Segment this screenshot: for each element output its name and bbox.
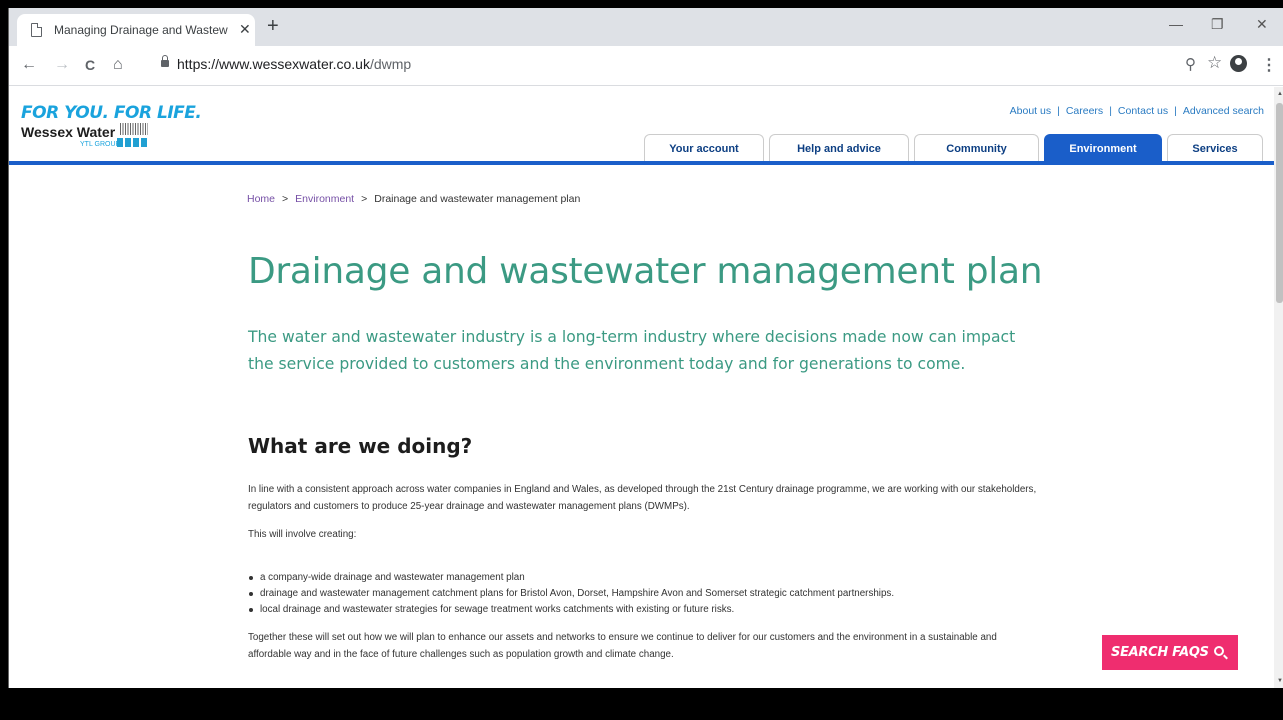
tab-environment[interactable]: Environment bbox=[1044, 134, 1162, 161]
web-page: FOR YOU. FOR LIFE. Wessex Water YTL GROU… bbox=[9, 87, 1274, 688]
breadcrumb-home[interactable]: Home bbox=[247, 193, 275, 205]
scroll-down-icon[interactable]: ▼ bbox=[1277, 678, 1283, 684]
tab-help-and-advice[interactable]: Help and advice bbox=[769, 134, 909, 161]
ytl-logo-icon bbox=[117, 138, 149, 147]
tab-community[interactable]: Community bbox=[914, 134, 1039, 161]
logo-bars-icon bbox=[120, 123, 148, 135]
bookmark-star-icon[interactable]: ☆ bbox=[1207, 54, 1222, 71]
tab-title: Managing Drainage and Wastew bbox=[54, 23, 228, 37]
browser-tab[interactable]: Managing Drainage and Wastew ✕ bbox=[17, 14, 255, 46]
about-us-link[interactable]: About us bbox=[1010, 105, 1051, 117]
address-bar[interactable]: https://www.wessexwater.co.uk/dwmp bbox=[155, 50, 1245, 78]
search-icon bbox=[1214, 646, 1224, 656]
browser-window: Managing Drainage and Wastew ✕ + — ❐ ✕ ←… bbox=[8, 8, 1283, 688]
new-tab-button[interactable]: + bbox=[267, 16, 279, 36]
section-heading: What are we doing? bbox=[248, 434, 473, 458]
reload-button[interactable]: C bbox=[85, 56, 95, 74]
body-paragraph-3: Together these will set out how we will … bbox=[248, 632, 997, 660]
search-faqs-label: SEARCH FAQS bbox=[1111, 645, 1209, 660]
body-paragraph-1: In line with a consistent approach acros… bbox=[248, 484, 1037, 512]
tagline-logo[interactable]: FOR YOU. FOR LIFE. bbox=[21, 103, 202, 123]
breadcrumb-environment[interactable]: Environment bbox=[295, 193, 354, 205]
profile-icon[interactable] bbox=[1230, 55, 1247, 72]
body-paragraph-2: This will involve creating: bbox=[248, 529, 357, 540]
menu-icon[interactable]: ⋮ bbox=[1261, 55, 1277, 75]
zoom-icon[interactable]: ⚲ bbox=[1185, 57, 1196, 72]
utility-links: About us | Careers | Contact us | Advanced sea… bbox=[1009, 105, 1264, 117]
restore-button[interactable]: ❐ bbox=[1211, 16, 1224, 33]
page-title: Drainage and wastewater management plan bbox=[248, 251, 1043, 292]
browser-toolbar: ← → C ⌂ https://www.wessexwater.co.uk/dw… bbox=[9, 46, 1283, 86]
lead-paragraph: The water and wastewater industry is a l… bbox=[248, 328, 1016, 373]
advanced-search-link[interactable]: Advanced search bbox=[1183, 105, 1264, 117]
breadcrumb: Home > Environment > Drainage and wastewater… bbox=[247, 193, 581, 205]
tab-strip: Managing Drainage and Wastew ✕ + — ❐ ✕ bbox=[9, 8, 1283, 46]
url-text: https://www.wessexwater.co.uk/dwmp bbox=[177, 56, 412, 72]
site-logo-name[interactable]: Wessex Water bbox=[21, 124, 115, 140]
scrollbar-thumb[interactable] bbox=[1276, 103, 1283, 303]
page-scrollbar[interactable]: ▲ ▼ bbox=[1274, 87, 1283, 688]
scroll-up-icon[interactable]: ▲ bbox=[1277, 91, 1283, 97]
forward-button[interactable]: → bbox=[54, 56, 70, 74]
close-window-button[interactable]: ✕ bbox=[1256, 16, 1268, 33]
breadcrumb-current: Drainage and wastewater management plan bbox=[374, 193, 581, 205]
tab-services[interactable]: Services bbox=[1167, 134, 1263, 161]
page-icon bbox=[31, 23, 42, 37]
back-button[interactable]: ← bbox=[21, 56, 37, 74]
group-label: YTL GROUP bbox=[80, 141, 121, 148]
list-item: drainage and wastewater management catch… bbox=[248, 586, 1048, 602]
home-button[interactable]: ⌂ bbox=[113, 56, 123, 74]
nav-underline bbox=[9, 161, 1274, 165]
contact-us-link[interactable]: Contact us bbox=[1118, 105, 1168, 117]
close-tab-icon[interactable]: ✕ bbox=[239, 21, 251, 38]
bullet-list: a company-wide drainage and wastewater m… bbox=[248, 570, 1048, 618]
careers-link[interactable]: Careers bbox=[1066, 105, 1103, 117]
lock-icon bbox=[161, 55, 169, 67]
list-item: local drainage and wastewater strategies… bbox=[248, 602, 1048, 618]
search-faqs-button[interactable]: SEARCH FAQS bbox=[1102, 635, 1238, 670]
list-item: a company-wide drainage and wastewater m… bbox=[248, 570, 1048, 586]
main-nav: Your account Help and advice Community E… bbox=[644, 134, 1269, 161]
minimize-button[interactable]: — bbox=[1169, 16, 1183, 32]
tab-your-account[interactable]: Your account bbox=[644, 134, 764, 161]
